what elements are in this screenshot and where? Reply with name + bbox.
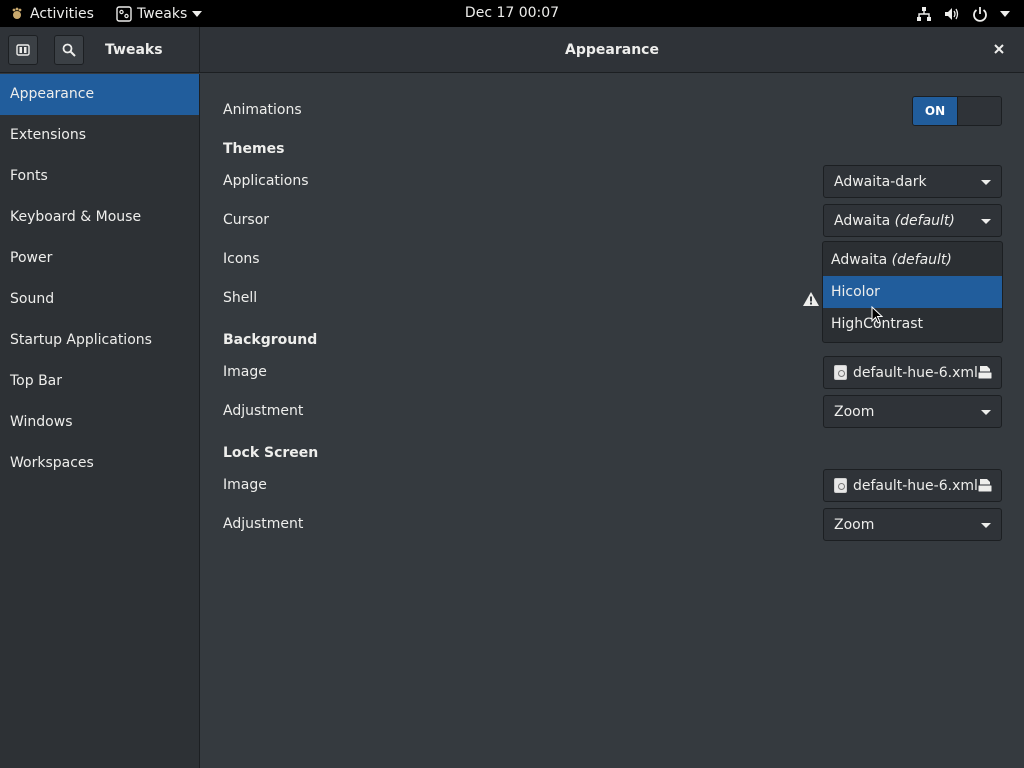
cursor-label: Cursor — [223, 212, 270, 228]
open-document-icon — [977, 479, 993, 493]
lock-screen-adjustment-label: Adjustment — [223, 516, 304, 532]
switch-knob — [957, 97, 1001, 125]
cursor-theme-combo[interactable]: Adwaita (default) — [823, 204, 1002, 237]
sidebar-item-fonts[interactable]: Fonts — [0, 156, 199, 197]
popup-item-highcontrast[interactable]: HighContrast — [823, 308, 1002, 340]
sidebar-item-appearance[interactable]: Appearance — [0, 74, 199, 115]
volume-icon — [945, 7, 959, 20]
file-icon — [834, 478, 847, 493]
lock-screen-adjustment-value: Zoom — [834, 516, 875, 533]
applications-label: Applications — [223, 173, 309, 189]
animations-switch[interactable]: ON — [912, 96, 1002, 126]
cursor-theme-default-suffix: (default) — [894, 212, 955, 229]
themes-heading: Themes — [223, 141, 285, 157]
sidebar: Appearance Extensions Fonts Keyboard & M… — [0, 74, 200, 768]
header-bar: Tweaks Appearance — [0, 27, 1024, 73]
sidebar-item-startup-applications[interactable]: Startup Applications — [0, 320, 199, 361]
chevron-down-icon — [981, 219, 991, 224]
tweaks-app-icon — [116, 5, 132, 22]
gnome-top-bar: Activities Tweaks Dec 17 00:07 — [0, 0, 1024, 27]
network-icon — [917, 6, 931, 21]
cursor-theme-value: Adwaita — [834, 212, 891, 229]
extensions-toggle-button[interactable] — [8, 35, 38, 65]
sidebar-item-keyboard-mouse[interactable]: Keyboard & Mouse — [0, 197, 199, 238]
close-button[interactable] — [990, 40, 1008, 58]
popup-item-adwaita[interactable]: Adwaita (default) — [823, 244, 1002, 276]
open-document-icon — [977, 366, 993, 380]
file-icon — [834, 365, 847, 380]
background-image-file-button[interactable]: default-hue-6.xml — [823, 356, 1002, 389]
sidebar-item-windows[interactable]: Windows — [0, 402, 199, 443]
search-icon — [62, 43, 76, 57]
search-button[interactable] — [54, 35, 84, 65]
switch-on-label: ON — [913, 97, 957, 125]
background-adjustment-value: Zoom — [834, 403, 875, 420]
app-title: Tweaks — [105, 42, 163, 58]
shell-label: Shell — [223, 290, 258, 306]
sidebar-item-sound[interactable]: Sound — [0, 279, 199, 320]
popup-item-hicolor[interactable]: Hicolor — [823, 276, 1002, 308]
page-title: Appearance — [565, 42, 659, 58]
chevron-down-icon — [981, 410, 991, 415]
main-content: Animations ON Themes Applications Adwait… — [201, 74, 1024, 768]
activities-button[interactable]: Activities — [10, 0, 94, 27]
lock-screen-image-file-button[interactable]: default-hue-6.xml — [823, 469, 1002, 502]
app-menu-label: Tweaks — [137, 5, 188, 22]
lock-screen-adjustment-combo[interactable]: Zoom — [823, 508, 1002, 541]
extension-icon — [16, 44, 30, 56]
chevron-down-icon — [981, 523, 991, 528]
header-left-pane: Tweaks — [0, 27, 200, 73]
popup-item-adwaita-suffix: (default) — [891, 252, 952, 268]
sidebar-item-extensions[interactable]: Extensions — [0, 115, 199, 156]
lock-screen-image-value: default-hue-6.xml — [853, 477, 978, 494]
animations-label: Animations — [223, 102, 302, 118]
background-image-value: default-hue-6.xml — [853, 364, 978, 381]
applications-theme-value: Adwaita-dark — [834, 173, 927, 190]
activities-label: Activities — [30, 5, 94, 22]
app-menu-button[interactable]: Tweaks — [116, 0, 203, 27]
applications-theme-combo[interactable]: Adwaita-dark — [823, 165, 1002, 198]
chevron-down-icon — [981, 180, 991, 185]
background-heading: Background — [223, 332, 318, 348]
gnome-foot-icon — [12, 7, 22, 19]
system-status-area[interactable] — [916, 0, 1010, 27]
background-adjustment-combo[interactable]: Zoom — [823, 395, 1002, 428]
chevron-down-icon — [192, 10, 203, 17]
lock-screen-image-label: Image — [223, 477, 267, 493]
close-icon — [994, 44, 1004, 54]
mouse-pointer-icon — [871, 306, 883, 324]
background-adjustment-label: Adjustment — [223, 403, 304, 419]
background-image-label: Image — [223, 364, 267, 380]
icons-theme-popup-menu: Adwaita (default) Hicolor HighContrast — [822, 241, 1003, 343]
icons-label: Icons — [223, 251, 260, 267]
warning-icon — [803, 292, 819, 306]
sidebar-item-workspaces[interactable]: Workspaces — [0, 443, 199, 484]
sidebar-item-top-bar[interactable]: Top Bar — [0, 361, 199, 402]
power-icon — [973, 6, 987, 22]
chevron-down-icon — [1000, 10, 1010, 17]
lock-screen-heading: Lock Screen — [223, 445, 319, 461]
sidebar-item-power[interactable]: Power — [0, 238, 199, 279]
popup-item-adwaita-label: Adwaita — [831, 252, 888, 268]
